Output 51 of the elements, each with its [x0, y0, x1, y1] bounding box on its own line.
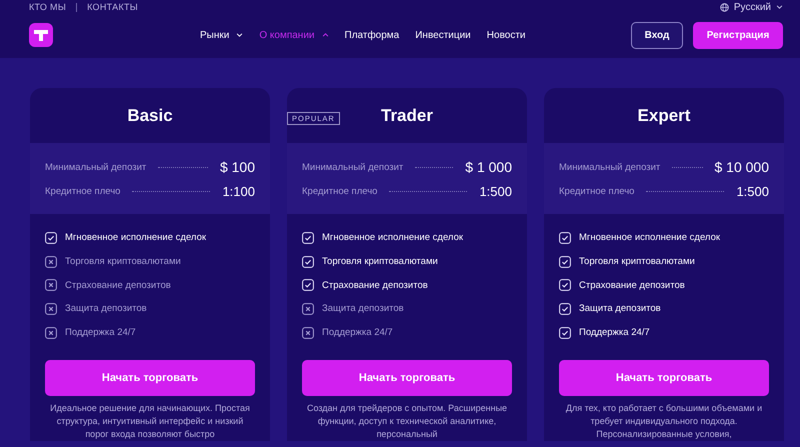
feature-label: Мгновенное исполнение сделок [65, 232, 206, 244]
stat-label: Минимальный депозит [559, 162, 660, 172]
plan-name: Expert [638, 106, 690, 126]
caret-icon [776, 5, 783, 9]
start-trading-button[interactable]: Начать торговать [302, 360, 512, 396]
caret-icon [322, 33, 328, 37]
feature-label: Торговля криптовалютами [322, 256, 438, 268]
feature-label: Защита депозитов [65, 303, 147, 314]
plan-description: Для тех, кто работает с большими объемами и требует индивидуального подхода. Персонализированные условия, [564, 402, 764, 442]
feature-label: Торговля криптовалютами [65, 256, 181, 268]
plan-name: Basic [127, 106, 173, 126]
feature-label: Защита депозитов [579, 303, 661, 314]
feature-label: Страхование депозитов [579, 280, 685, 291]
start-trading-button[interactable]: Начать торговать [559, 360, 769, 396]
feature-label: Поддержка 24/7 [579, 327, 650, 338]
nav-link[interactable]: Инвестиции [415, 30, 471, 40]
login-button[interactable]: Вход [631, 22, 683, 48]
stat-label: Кредитное плечо [45, 186, 120, 196]
plan-name: Trader [381, 106, 433, 126]
plan-description: Идеальное решение для начинающих. Простая структура, интуитивный интерфейс и низкий порог входа позволяют быстро [49, 402, 251, 442]
top-link[interactable]: КТО МЫ [29, 2, 66, 12]
feature-label: Торговля криптовалютами [579, 256, 695, 268]
feature-label: Поддержка 24/7 [65, 327, 136, 338]
stat-value: $ 1 000 [465, 159, 512, 175]
language-selector[interactable]: Русский [720, 2, 783, 12]
caret-icon [236, 33, 244, 37]
top-link[interactable]: КОНТАКТЫ [87, 2, 138, 12]
stat-value: $ 100 [220, 159, 255, 175]
stat-value: 1:500 [479, 184, 512, 198]
register-button[interactable]: Регистрация [693, 22, 783, 48]
feature-label: Мгновенное исполнение сделок [322, 232, 464, 244]
feature-label: Поддержка 24/7 [322, 327, 393, 338]
feature-label: Защита депозитов [322, 303, 404, 314]
plan-description: Создан для трейдеров с опытом. Расширенные функции, доступ к технической аналитике, персональный [306, 402, 508, 442]
nav-link[interactable]: О компании [259, 30, 328, 40]
feature-label: Страхование депозитов [322, 280, 428, 291]
stat-value: $ 10 000 [714, 159, 769, 175]
start-trading-button[interactable]: Начать торговать [45, 360, 255, 396]
nav-link[interactable]: Рынки [200, 30, 244, 40]
logo-icon[interactable] [29, 23, 53, 47]
stat-label: Минимальный депозит [302, 162, 404, 172]
globe-icon [720, 2, 729, 12]
stat-label: Кредитное плечо [302, 186, 378, 196]
stat-label: Кредитное плечо [559, 186, 634, 196]
nav-link[interactable]: Новости [486, 30, 526, 40]
nav-link[interactable]: Платформа [344, 30, 400, 40]
feature-label: Мгновенное исполнение сделок [579, 232, 720, 244]
stat-label: Минимальный депозит [45, 162, 146, 172]
stat-value: 1:100 [222, 184, 255, 198]
feature-label: Страхование депозитов [65, 280, 171, 291]
stat-value: 1:500 [736, 184, 769, 198]
